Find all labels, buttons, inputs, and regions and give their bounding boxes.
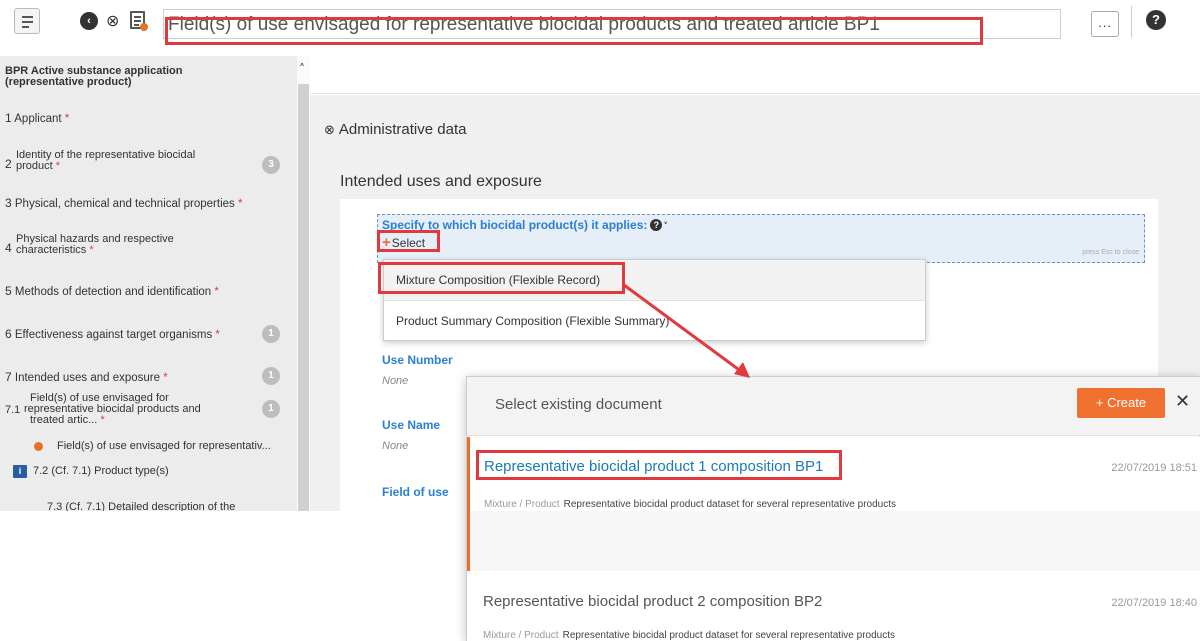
document-icon xyxy=(130,11,148,31)
sidebar-item-effectiveness[interactable]: 6 Effectiveness against target organisms… xyxy=(5,327,220,341)
dialog-title: Select existing document xyxy=(495,396,662,413)
chevron-up-icon[interactable]: ˄ xyxy=(299,62,305,76)
use-number-label: Use Number xyxy=(382,353,453,367)
sidebar-item-current-document[interactable]: Field(s) of use envisaged for representa… xyxy=(57,441,271,452)
highlight-box xyxy=(378,262,625,294)
menu-icon[interactable] xyxy=(14,8,40,34)
highlight-box xyxy=(377,230,440,252)
collapse-icon: ⊗ xyxy=(324,123,335,138)
doc-type-icon: i xyxy=(13,465,27,478)
count-badge: 1 xyxy=(262,400,280,418)
main-header xyxy=(310,56,1200,94)
sidebar-item-applicant[interactable]: 1 Applicant * xyxy=(5,111,69,125)
document-date: 22/07/2019 18:40 xyxy=(1111,597,1197,609)
scrollbar-thumb[interactable] xyxy=(298,84,309,511)
count-badge: 1 xyxy=(262,325,280,343)
specify-products-field[interactable]: Specify to which biocidal product(s) it … xyxy=(377,214,1145,263)
count-badge: 3 xyxy=(262,156,280,174)
forward-icon[interactable]: ⊗ xyxy=(106,11,119,30)
document-link[interactable]: Representative biocidal product 2 compos… xyxy=(483,593,822,610)
plus-icon: + xyxy=(1095,395,1104,410)
sidebar-item-physical-chemical[interactable]: 3 Physical, chemical and technical prope… xyxy=(5,196,242,210)
document-meta: Mixture / Product Representative biocidal… xyxy=(484,499,897,510)
sidebar-tree: BPR Active substance application (repres… xyxy=(0,56,297,511)
sidebar-title: BPR Active substance application (repres… xyxy=(5,65,183,88)
select-document-dialog: Select existing document + Create ✕ Repr… xyxy=(466,376,1200,641)
document-meta: Mixture / Product Representative biocidal… xyxy=(483,630,896,641)
sidebar-item-intended-uses[interactable]: 7 Intended uses and exposure * xyxy=(5,370,168,384)
highlight-box xyxy=(476,450,842,480)
chevron-down-icon[interactable]: ˅ xyxy=(663,222,668,232)
document-row[interactable]: Representative biocidal product 2 compos… xyxy=(467,571,1200,641)
create-button[interactable]: + Create xyxy=(1077,388,1165,418)
sidebar-item-7-3[interactable]: 7.3 (Cf. 7.1) Detailed description of th… xyxy=(47,502,235,512)
admin-data-heading[interactable]: ⊗ Administrative data xyxy=(324,121,466,138)
help-icon[interactable]: ? xyxy=(650,219,663,231)
sidebar-item-7-2[interactable]: 7.2 (Cf. 7.1) Product type(s) xyxy=(33,466,169,477)
top-toolbar: ‹ ⊗ Field(s) of use envisaged for repres… xyxy=(0,0,1200,50)
section-heading: Intended uses and exposure xyxy=(340,173,542,190)
field-of-use-label: Field of use xyxy=(382,485,449,499)
more-options-button[interactable]: ... xyxy=(1091,11,1119,37)
document-date: 22/07/2019 18:51 xyxy=(1111,462,1197,474)
divider xyxy=(1131,6,1132,38)
use-name-value: None xyxy=(382,440,409,452)
unsaved-dot-icon xyxy=(34,442,43,451)
sidebar-item-methods[interactable]: 5 Methods of detection and identificatio… xyxy=(5,284,219,298)
back-icon[interactable]: ‹ xyxy=(80,12,98,30)
sidebar-scrollbar[interactable]: ˄ xyxy=(297,56,310,511)
dropdown-option-product-summary[interactable]: Product Summary Composition (Flexible Su… xyxy=(384,301,925,342)
use-name-label: Use Name xyxy=(382,418,441,432)
highlight-box xyxy=(165,17,983,45)
help-icon[interactable]: ? xyxy=(1146,10,1166,30)
use-number-value: None xyxy=(382,375,409,387)
count-badge: 1 xyxy=(262,367,280,385)
close-icon[interactable]: ✕ xyxy=(1175,391,1190,412)
esc-hint: press Esc to close xyxy=(1082,249,1139,256)
dialog-header: Select existing document + Create ✕ xyxy=(467,377,1200,436)
